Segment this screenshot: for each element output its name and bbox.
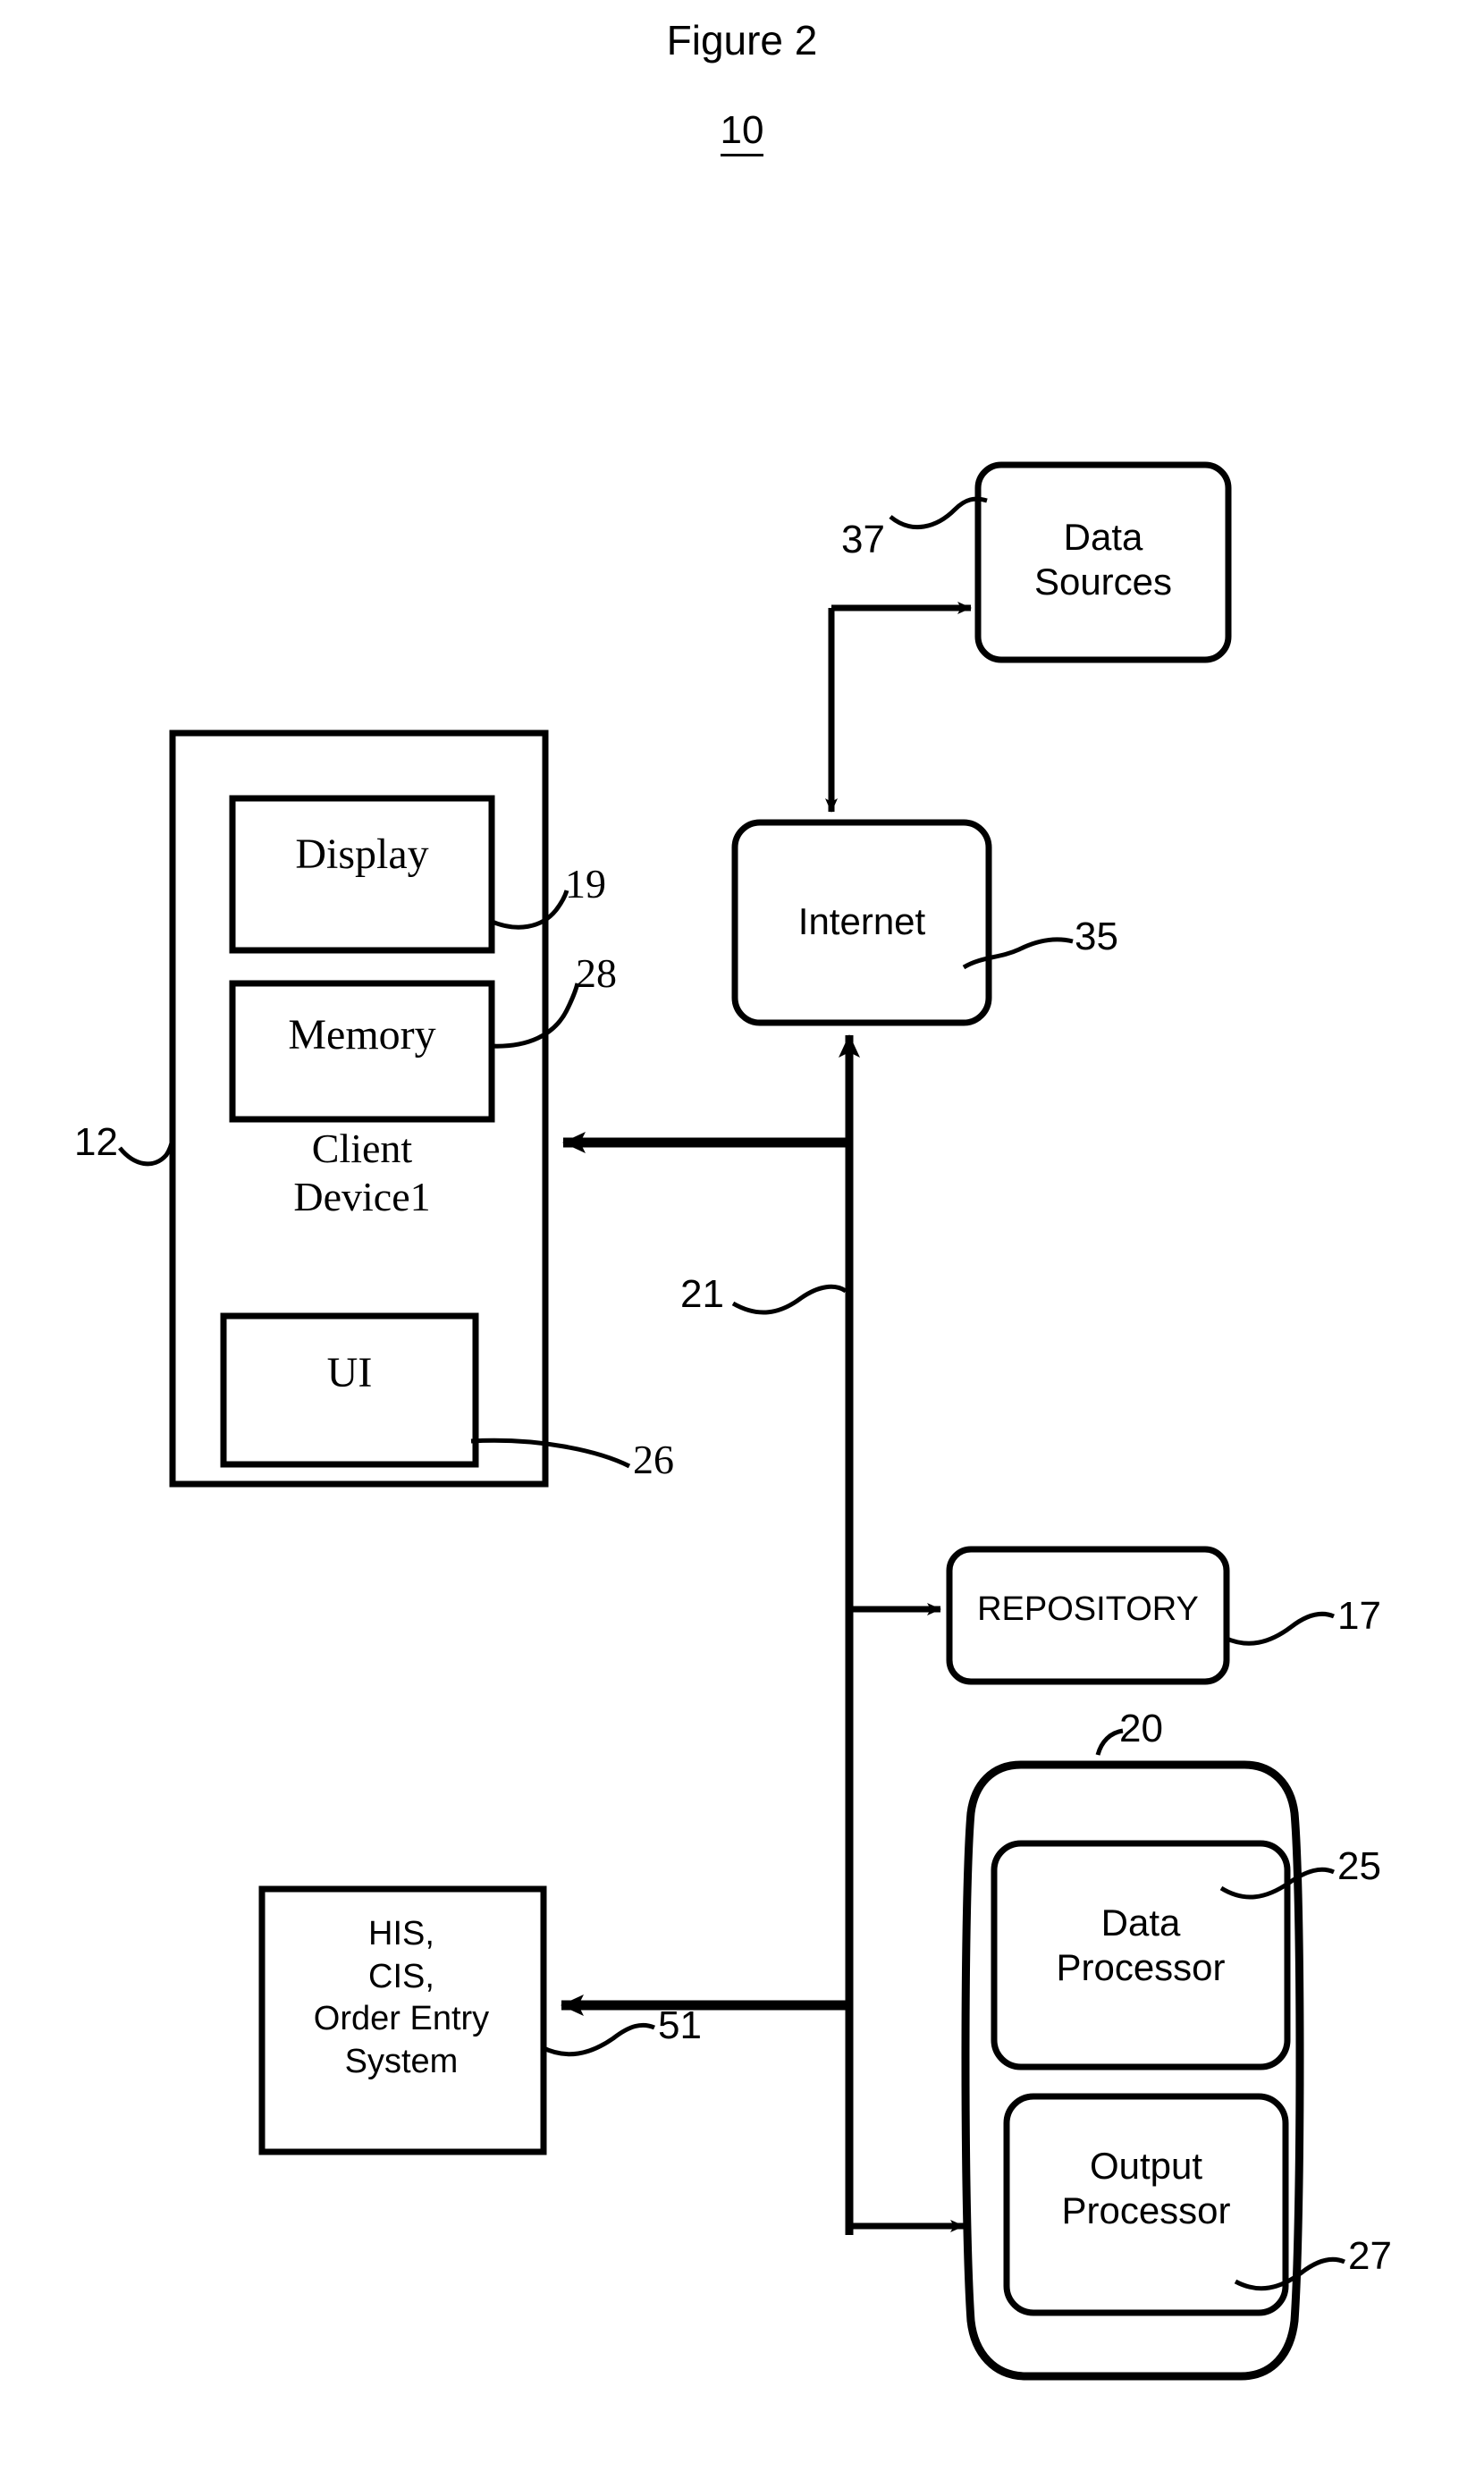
- leader-line-21: [731, 1284, 847, 1315]
- leader-line-12: [118, 1138, 175, 1167]
- diagram-canvas: [118, 461, 1345, 2381]
- ref-number-26: 26: [633, 1437, 674, 1482]
- leader-line-25: [1219, 1867, 1335, 1900]
- output-processor-label: Output Processor: [1061, 2145, 1231, 2231]
- patent-figure-page: Figure 2 10 Data Sources 37 Internet 35 …: [0, 0, 1484, 2471]
- ref-number-27: 27: [1348, 2234, 1392, 2278]
- leader-line-51: [540, 2022, 655, 2057]
- ui-label: UI: [326, 1349, 373, 1396]
- ref-number-35: 35: [1075, 915, 1118, 958]
- leader-line-37: [889, 496, 988, 530]
- repository-label: REPOSITORY: [977, 1590, 1199, 1628]
- ref-number-25: 25: [1337, 1844, 1381, 1888]
- leader-line-19: [489, 890, 569, 930]
- ref-number-37: 37: [841, 518, 885, 561]
- data-processor-label: Data Processor: [1056, 1902, 1226, 1988]
- data-sources-label: Data Sources: [1033, 516, 1173, 603]
- leader-line-27: [1234, 2256, 1345, 2291]
- client-device-label: Client Device1: [293, 1126, 431, 1220]
- ref-number-20: 20: [1119, 1707, 1163, 1750]
- ref-number-28: 28: [576, 950, 617, 996]
- his-cis-order-entry-label: HIS, CIS, Order Entry System: [313, 1915, 490, 2080]
- internet-label: Internet: [797, 900, 926, 942]
- ref-number-17: 17: [1337, 1594, 1381, 1638]
- ref-number-19: 19: [565, 861, 606, 907]
- memory-label: Memory: [288, 1011, 436, 1058]
- leader-line-28: [489, 982, 580, 1049]
- leader-line-26: [470, 1438, 631, 1469]
- display-label: Display: [295, 831, 429, 878]
- ref-number-51: 51: [658, 2003, 702, 2047]
- leader-line-17: [1223, 1611, 1335, 1646]
- server-enclosure: [961, 1760, 1304, 2381]
- ref-number-12: 12: [74, 1120, 118, 1164]
- ref-number-21: 21: [680, 1272, 724, 1316]
